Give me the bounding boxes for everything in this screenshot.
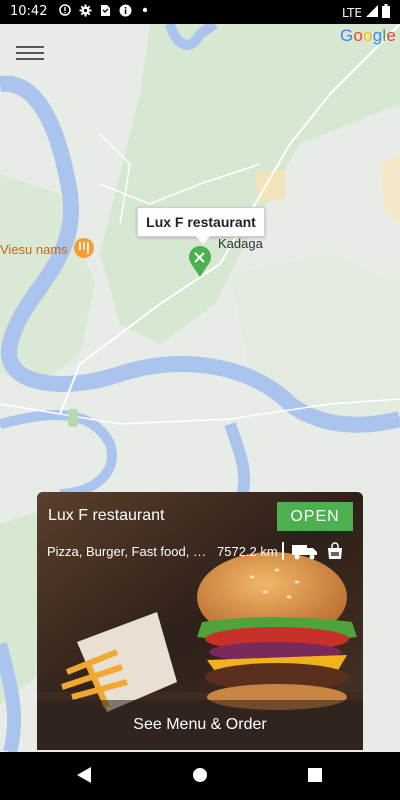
status-right: LTE [342,4,390,21]
menu-button[interactable] [14,42,46,66]
poi-label: Viesu nams [0,242,68,257]
google-logo: Google [339,26,396,45]
hamburger-line [16,46,44,48]
signal-icon [366,5,378,20]
status-icons [58,3,152,17]
open-status-badge: OPEN [277,502,353,531]
marker-info-window[interactable]: Lux F restaurant [137,207,265,244]
info-icon [118,3,132,17]
dot-icon [138,3,152,17]
hamburger-line [16,52,44,54]
delivery-truck-icon [291,542,318,560]
restaurant-marker-icon[interactable] [189,246,211,278]
restaurant-info-row: Pizza, Burger, Fast food, Salad 7572.2 k… [47,542,357,560]
shopping-bag-icon [326,542,344,560]
settings-icon [78,3,92,17]
cuisine-list: Pizza, Burger, Fast food, Salad [47,543,209,559]
village-label: Kadaga [218,236,263,251]
alert-circle-icon [58,3,72,17]
distance-value: 7572.2 km [217,543,278,559]
info-divider [281,542,284,560]
sim-card-icon [98,3,112,17]
navigation-bar [0,752,400,800]
battery-icon [382,4,390,21]
hamburger-line [16,58,44,60]
recents-icon[interactable] [307,766,323,789]
restaurant-name: Lux F restaurant [48,507,165,524]
back-icon[interactable] [76,766,92,789]
restaurant-card[interactable]: Lux F restaurant OPEN Pizza, Burger, Fas… [37,492,363,750]
status-bar: 10:42 LTE [0,0,400,24]
network-type: LTE [342,5,362,20]
see-menu-order-button[interactable]: See Menu & Order [37,700,363,750]
status-time: 10:42 [10,4,48,19]
home-icon[interactable] [192,766,208,789]
